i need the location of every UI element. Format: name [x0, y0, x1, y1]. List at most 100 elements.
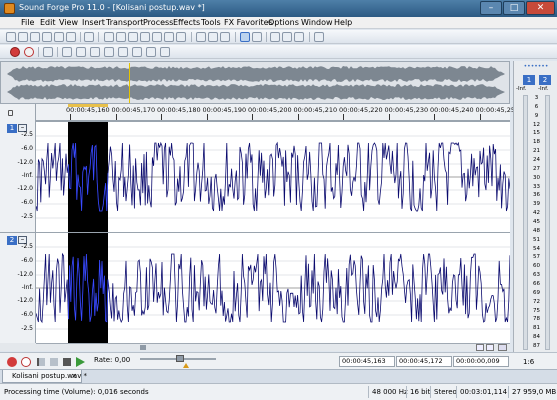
channel-2-scale-label: -12.0 — [17, 271, 33, 278]
meter-peak-1: -Inf. — [516, 86, 527, 92]
meter-channel-2-button[interactable]: 2 — [539, 75, 551, 85]
meter-scale-label: 12 — [533, 121, 540, 128]
menu-view[interactable]: View — [59, 18, 78, 27]
repeat-icon[interactable] — [220, 32, 230, 42]
menu-transport[interactable]: Transport — [106, 18, 144, 27]
loop-icon[interactable] — [43, 47, 53, 57]
play-icon[interactable] — [76, 47, 86, 57]
meter-dots: ••••••• — [523, 63, 549, 70]
go-to-start-icon[interactable] — [37, 358, 45, 366]
status-channels[interactable]: Stereo — [430, 386, 457, 398]
rewind-icon[interactable] — [132, 47, 142, 57]
meter-channel-1-button[interactable]: 1 — [523, 75, 535, 85]
menu-edit[interactable]: Edit — [40, 18, 56, 27]
menu-options[interactable]: Options — [268, 18, 299, 27]
channel-1-track[interactable] — [35, 121, 511, 233]
record-arm-icon[interactable] — [24, 47, 34, 57]
zoom-fit-button[interactable] — [498, 344, 507, 351]
envelope-tool-icon[interactable] — [294, 32, 304, 42]
pause-icon[interactable] — [90, 47, 100, 57]
horizontal-scrollbar[interactable] — [36, 343, 510, 351]
meter-scale-label: 57 — [533, 254, 540, 261]
redo-icon[interactable] — [208, 32, 218, 42]
go-to-end-icon[interactable] — [160, 47, 170, 57]
close-button[interactable]: ✕ — [526, 1, 555, 15]
meter-scale-label: 15 — [533, 130, 540, 137]
render-icon[interactable] — [54, 32, 64, 42]
record-icon[interactable] — [10, 47, 20, 57]
rate-slider-thumb[interactable] — [176, 355, 184, 362]
menu-file[interactable]: File — [21, 18, 34, 27]
save-as-icon[interactable] — [42, 32, 52, 42]
lock-icon[interactable] — [8, 110, 13, 116]
menu-tools[interactable]: Tools — [201, 18, 221, 27]
delete-icon[interactable] — [164, 32, 174, 42]
channel-2-track[interactable] — [35, 232, 511, 344]
magnify-tool-icon[interactable] — [252, 32, 262, 42]
menu-process[interactable]: Process — [143, 18, 173, 27]
properties-icon[interactable] — [66, 32, 76, 42]
ruler-label: 00:00:45,240 — [430, 106, 474, 114]
menu-insert[interactable]: Insert — [82, 18, 105, 27]
selection-length-field[interactable]: 00:00:00,009 — [453, 356, 509, 367]
transport-bar: Rate: 0,00 00:00:45,163 00:00:45,172 00:… — [0, 352, 557, 369]
crop-icon[interactable] — [176, 32, 186, 42]
minimize-button[interactable]: – — [480, 1, 502, 15]
event-tool-icon[interactable] — [282, 32, 292, 42]
print-icon[interactable] — [84, 32, 94, 42]
pencil-tool-icon[interactable] — [270, 32, 280, 42]
save-icon[interactable] — [30, 32, 40, 42]
go-to-end-icon[interactable] — [50, 358, 58, 366]
undo-icon[interactable] — [196, 32, 206, 42]
play-icon[interactable] — [76, 357, 85, 367]
channel-1-waveform — [35, 122, 511, 233]
meter-scale-label: 24 — [533, 157, 540, 163]
channel-2-waveform — [35, 233, 511, 344]
go-to-start-icon[interactable] — [118, 47, 128, 57]
selection-end-field[interactable]: 00:00:45,172 — [396, 356, 452, 367]
fast-forward-icon[interactable] — [146, 47, 156, 57]
stop-icon[interactable] — [63, 358, 71, 366]
meter-scale-label: 75 — [533, 307, 540, 314]
ruler-tick — [388, 114, 390, 120]
ruler-corner — [0, 104, 36, 121]
channel-2-scale-label: -Inf. — [21, 284, 33, 291]
snap-icon[interactable] — [314, 32, 324, 42]
selection-start-field[interactable]: 00:00:45,163 — [339, 356, 395, 367]
cut-icon[interactable] — [104, 32, 114, 42]
open-icon[interactable] — [18, 32, 28, 42]
menu-fx-favorites[interactable]: FX Favorites — [224, 18, 273, 27]
paste-icon[interactable] — [128, 32, 138, 42]
meter-scale-label: 63 — [533, 272, 540, 279]
ruler-label: 00:00:45,210 — [293, 106, 338, 114]
play-all-icon[interactable] — [62, 47, 72, 57]
menu-window[interactable]: Window — [301, 18, 333, 27]
edit-tool-icon[interactable] — [240, 32, 250, 42]
meter-peak-2: -Inf. — [538, 86, 549, 92]
overview-waveform[interactable] — [0, 61, 510, 104]
menu-help[interactable]: Help — [334, 18, 352, 27]
trim-icon[interactable] — [152, 32, 162, 42]
copy-icon[interactable] — [116, 32, 126, 42]
status-sample-rate[interactable]: 48 000 Hz — [368, 386, 408, 398]
scroll-thumb[interactable] — [140, 345, 146, 350]
channel-1-scale-label: -6.0 — [21, 199, 33, 206]
new-icon[interactable] — [6, 32, 16, 42]
status-bit-depth[interactable]: 16 bit — [406, 386, 430, 398]
document-tab[interactable]: Kolisani postup.wav * × — [2, 370, 87, 383]
stop-icon[interactable] — [104, 47, 114, 57]
zoom-in-button[interactable] — [476, 344, 484, 351]
transport-toolbar — [0, 45, 557, 59]
selection-region — [68, 122, 108, 233]
record-icon[interactable] — [7, 357, 17, 367]
zoom-out-button[interactable] — [486, 344, 494, 351]
menu-effects[interactable]: Effects — [173, 18, 200, 27]
maximize-button[interactable]: □ — [503, 1, 525, 15]
loop-region-bar[interactable] — [68, 104, 108, 107]
record-arm-icon[interactable] — [21, 357, 31, 367]
mix-icon[interactable] — [140, 32, 150, 42]
ruler-tick — [343, 114, 344, 120]
meter-scale-label: 21 — [533, 148, 540, 155]
status-disk-space: 27 959,0 MB — [508, 386, 557, 398]
document-tab-close-icon[interactable]: × — [71, 370, 77, 382]
